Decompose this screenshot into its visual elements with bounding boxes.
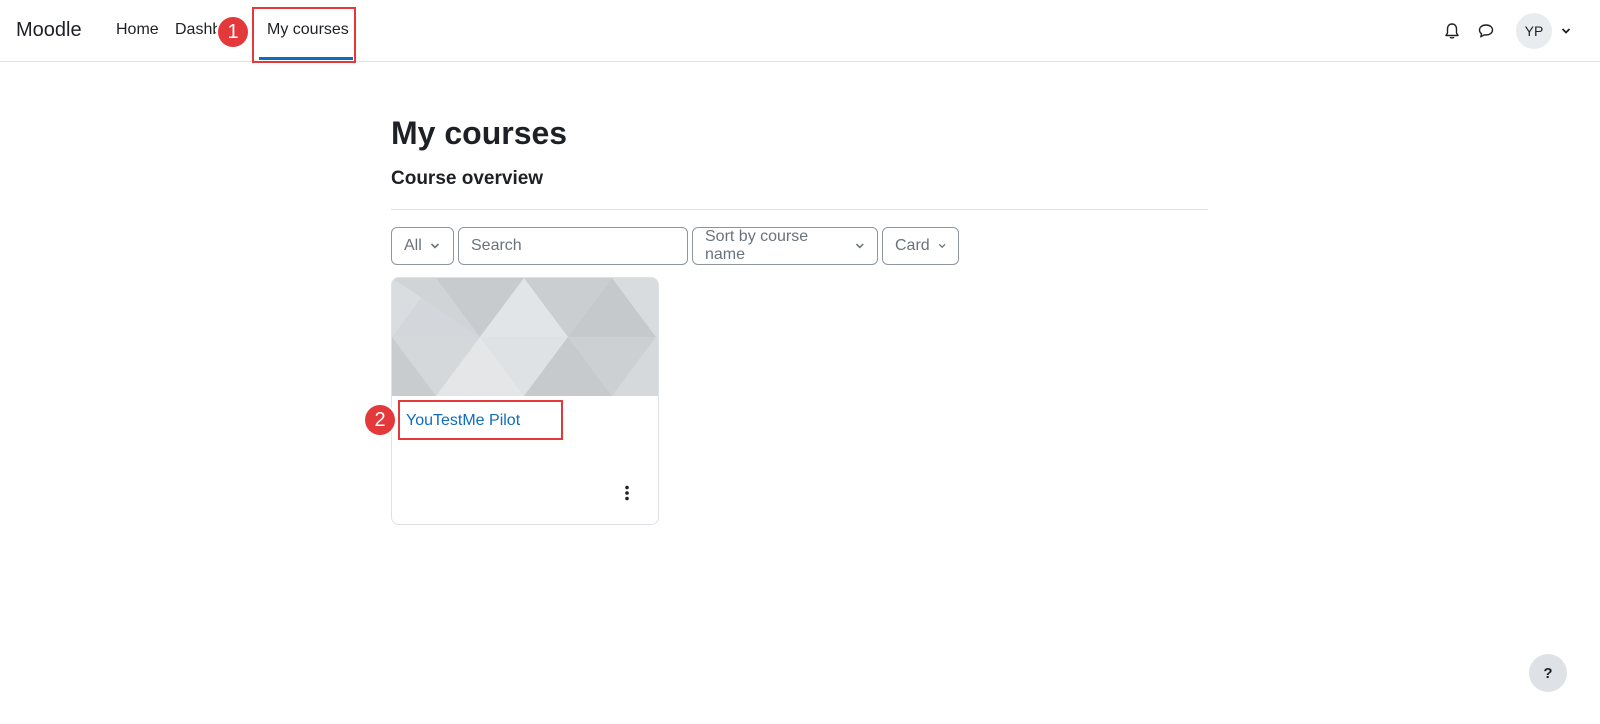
grouping-label: All xyxy=(404,237,422,254)
section-divider xyxy=(391,209,1208,210)
help-button[interactable]: ? xyxy=(1529,654,1567,692)
page-title: My courses xyxy=(391,115,568,151)
annotation-badge-1: 1 xyxy=(218,17,248,47)
annotation-highlight-course-link xyxy=(398,400,563,440)
notifications-button[interactable] xyxy=(1441,20,1463,42)
chevron-down-icon xyxy=(430,243,439,249)
annotation-highlight-my-courses xyxy=(252,7,356,63)
course-image[interactable] xyxy=(392,278,658,396)
user-menu-toggle[interactable] xyxy=(1559,24,1573,38)
sort-label: Sort by course name xyxy=(705,228,809,263)
question-icon: ? xyxy=(1543,664,1553,682)
view-dropdown[interactable]: Card xyxy=(882,227,959,265)
nav-dashboard[interactable]: Dashb xyxy=(175,21,221,39)
grouping-dropdown[interactable]: All xyxy=(391,227,454,265)
chat-icon xyxy=(1478,24,1494,38)
sort-dropdown[interactable]: Sort by course name xyxy=(692,227,878,265)
messages-button[interactable] xyxy=(1475,20,1497,42)
chevron-down-icon xyxy=(1561,28,1571,34)
view-label: Card xyxy=(895,237,930,254)
chevron-down-icon xyxy=(856,243,865,249)
site-brand[interactable]: Moodle xyxy=(16,19,82,42)
chevron-down-icon xyxy=(938,243,946,249)
bell-icon xyxy=(1445,23,1459,39)
nav-home[interactable]: Home xyxy=(116,21,159,39)
annotation-badge-2: 2 xyxy=(365,405,395,435)
course-overview-heading: Course overview xyxy=(391,168,544,189)
kebab-menu-icon xyxy=(625,485,629,501)
user-avatar[interactable]: YP xyxy=(1516,13,1552,49)
course-actions-button[interactable] xyxy=(620,483,634,503)
search-input[interactable] xyxy=(458,227,688,265)
